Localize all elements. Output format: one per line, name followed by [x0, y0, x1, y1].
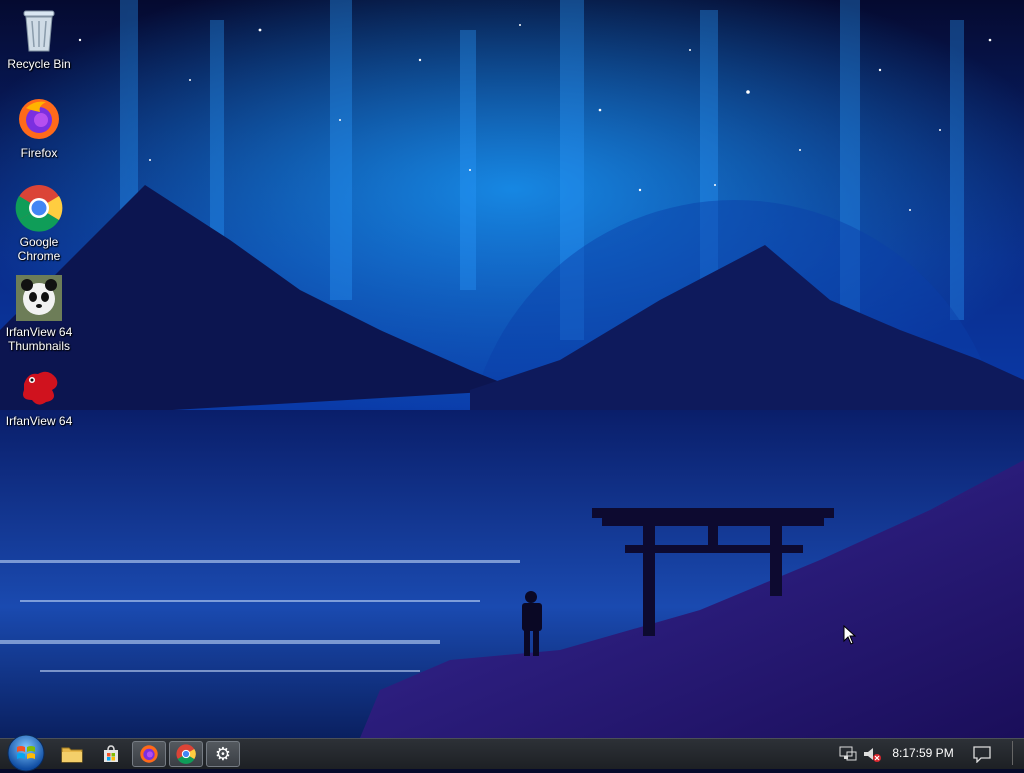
- chrome-icon: [176, 744, 196, 764]
- desktop-icon-recycle-bin[interactable]: Recycle Bin: [2, 6, 76, 71]
- taskbar-settings[interactable]: ⚙: [206, 741, 240, 767]
- taskbar-store[interactable]: [94, 741, 128, 767]
- recycle-bin-icon: [15, 6, 63, 54]
- firefox-icon: [15, 95, 63, 143]
- desktop-icon-label: Firefox: [20, 146, 58, 160]
- desktop-icon-label: IrfanView 64 Thumbnails: [5, 325, 73, 353]
- store-bag-icon: [104, 745, 118, 762]
- desktop-icon-label: Recycle Bin: [7, 57, 71, 71]
- desktop-wallpaper: [0, 0, 1024, 738]
- show-desktop-button[interactable]: [1012, 741, 1021, 765]
- start-button[interactable]: [6, 733, 46, 773]
- gear-icon: ⚙: [214, 743, 232, 765]
- desktop-icon-firefox[interactable]: Firefox: [2, 95, 76, 160]
- folder-icon: [61, 747, 83, 763]
- irfanview-icon: [15, 363, 63, 411]
- volume-muted-icon[interactable]: [862, 745, 882, 763]
- desktop-icon-label: IrfanView 64: [5, 414, 73, 428]
- firefox-icon: [140, 745, 158, 763]
- taskbar: ⚙ 8:17:59 PM: [0, 734, 1024, 772]
- network-icon[interactable]: [838, 745, 858, 763]
- notification-icon[interactable]: [972, 745, 992, 763]
- taskbar-file-explorer[interactable]: [55, 741, 89, 767]
- taskbar-chrome[interactable]: [169, 741, 203, 767]
- desktop-icon-irfanview[interactable]: IrfanView 64: [2, 363, 76, 428]
- desktop-icon-label: Google Chrome: [17, 235, 61, 263]
- chrome-icon: [15, 184, 63, 232]
- taskbar-firefox[interactable]: [132, 741, 166, 767]
- panda-icon: [15, 274, 63, 322]
- desktop-icon-irfanview-thumbnails[interactable]: IrfanView 64 Thumbnails: [2, 274, 76, 353]
- desktop-icon-chrome[interactable]: Google Chrome: [2, 184, 76, 263]
- taskbar-clock[interactable]: 8:17:59 PM: [888, 746, 958, 760]
- mouse-cursor-icon: [843, 625, 857, 645]
